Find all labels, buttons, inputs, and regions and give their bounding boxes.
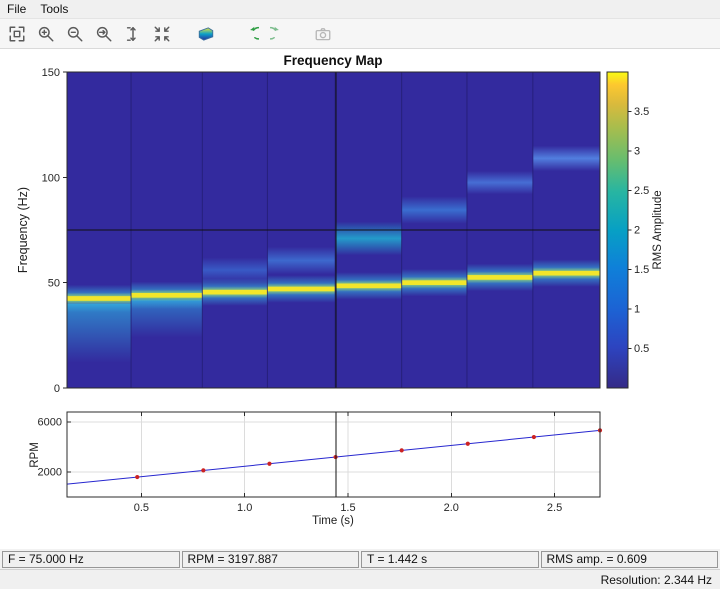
toolbar-separator	[296, 19, 306, 48]
colorbar-tick-label: 2.5	[634, 185, 649, 197]
resolution-text: Resolution: 2.344 Hz	[601, 573, 712, 587]
colorbar-tick-label: 0.5	[634, 343, 649, 355]
order-line	[533, 271, 600, 276]
order-line	[467, 275, 533, 280]
order-line	[67, 296, 131, 301]
order-line	[131, 293, 202, 298]
toolbar	[0, 19, 720, 49]
colorbar-label: RMS Amplitude	[652, 190, 664, 269]
rpm-readout: RPM = 3197.887	[182, 551, 360, 568]
toolbar-separator	[223, 19, 233, 48]
data-marker	[400, 448, 404, 452]
tick-label: 1.5	[340, 502, 355, 514]
menu-bar: File Tools	[0, 0, 720, 19]
time-readout: T = 1.442 s	[361, 551, 539, 568]
tick-label: 0	[54, 383, 60, 395]
data-marker	[532, 435, 536, 439]
tick-label: 50	[48, 278, 60, 290]
tick-label: 100	[42, 172, 60, 184]
status-bar: F = 75.000 Hz RPM = 3197.887 T = 1.442 s…	[0, 549, 720, 569]
freq-axis-label: Frequency (Hz)	[16, 187, 30, 273]
tick-label: 2.0	[444, 502, 459, 514]
menu-file[interactable]: File	[7, 2, 26, 16]
colorbar	[607, 72, 628, 388]
order-line	[335, 284, 402, 289]
rpm-axes-background[interactable]	[67, 412, 600, 497]
chart-title: Frequency Map	[283, 53, 382, 68]
order-line	[267, 287, 335, 292]
fit-axes-icon[interactable]	[150, 22, 174, 46]
colorbar-tick-label: 3	[634, 146, 640, 158]
zoom-in-icon[interactable]	[34, 22, 58, 46]
toolbar-separator	[179, 19, 189, 48]
tick-label: 2.5	[547, 502, 562, 514]
colorbar-tick-label: 1.5	[634, 264, 649, 276]
frequency-readout: F = 75.000 Hz	[2, 551, 180, 568]
tick-label: 150	[42, 67, 60, 79]
time-axis-label: Time (s)	[312, 515, 354, 527]
order-line	[402, 280, 467, 285]
spectrogram-band	[402, 196, 467, 223]
tick-label: 6000	[38, 417, 62, 429]
menu-tools[interactable]: Tools	[40, 2, 68, 16]
resolution-bar: Resolution: 2.344 Hz	[0, 569, 720, 589]
spectrogram-band	[533, 146, 600, 171]
data-marker	[201, 468, 205, 472]
colormap-icon[interactable]	[194, 22, 218, 46]
spectrogram-band	[267, 247, 335, 274]
undo-icon[interactable]	[238, 22, 262, 46]
colorbar-tick-label: 3.5	[634, 106, 649, 118]
tick-label: 2000	[38, 467, 62, 479]
tick-label: 0.5	[134, 502, 149, 514]
spectrogram-band	[67, 304, 131, 363]
spectrogram-band	[467, 171, 533, 194]
figure-area: 0 50 100 150 0.5 1 1.5 2 2.5 3 3.5 0.5 1.0 1.5 2.0 2.5 2…	[0, 49, 720, 549]
rms-readout: RMS amp. = 0.609	[541, 551, 719, 568]
snapshot-icon[interactable]	[311, 22, 335, 46]
tick-label: 1.0	[237, 502, 252, 514]
fit-to-window-icon[interactable]	[5, 22, 29, 46]
data-marker	[135, 475, 139, 479]
colorbar-tick-label: 1	[634, 304, 640, 316]
colorbar-tick-label: 2	[634, 225, 640, 237]
zoom-out-icon[interactable]	[63, 22, 87, 46]
data-marker	[267, 462, 271, 466]
zoom-selection-icon[interactable]	[92, 22, 116, 46]
data-marker	[466, 442, 470, 446]
spectrogram-band	[335, 222, 402, 256]
redo-icon[interactable]	[267, 22, 291, 46]
rpm-axis-label: RPM	[29, 442, 41, 468]
autoscale-y-icon[interactable]	[121, 22, 145, 46]
figure-canvas[interactable]: 0 50 100 150 0.5 1 1.5 2 2.5 3 3.5 0.5 1.0 1.5 2.0 2.5 2…	[0, 49, 720, 549]
order-line	[202, 290, 267, 295]
